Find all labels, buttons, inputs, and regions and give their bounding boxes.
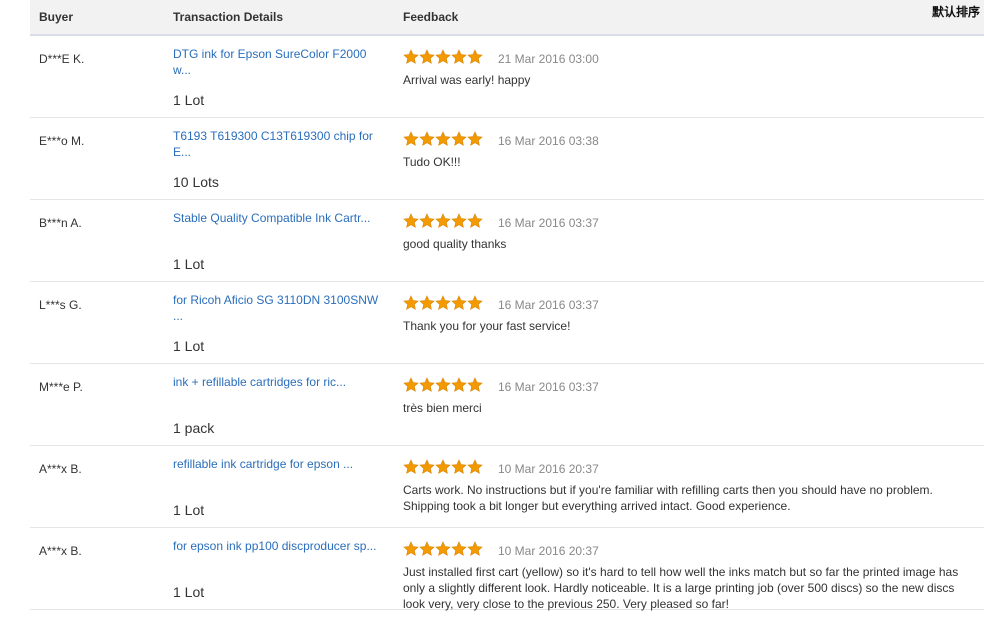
default-sort-link[interactable]: 默认排序 [932,3,980,20]
star-icon [435,459,451,474]
star-rating [403,459,483,475]
buyer-name: M***e P. [39,380,83,394]
feedback-date: 16 Mar 2016 03:37 [498,380,599,394]
star-rating [403,377,483,393]
product-link[interactable]: refillable ink cartridge for epson ... [173,456,385,472]
star-icon [451,377,467,392]
feedback-row: B***n A. Stable Quality Compatible Ink Ca… [30,200,984,282]
star-rating [403,295,483,311]
star-icon [435,213,451,228]
star-rating [403,49,483,65]
column-header-transaction-details: Transaction Details [173,10,284,24]
feedback-comment: Just installed first cart (yellow) so it… [403,565,959,611]
star-rating [403,131,483,147]
star-rating [403,213,483,229]
product-link[interactable]: DTG ink for Epson SureColor F2000 w... [173,46,385,78]
star-icon [403,49,419,64]
star-icon [435,131,451,146]
star-icon [403,131,419,146]
buyer-name: D***E K. [39,52,85,66]
star-icon [403,295,419,310]
star-icon [403,213,419,228]
buyer-name: E***o M. [39,134,85,148]
star-icon [451,213,467,228]
buyer-name: A***x B. [39,462,82,476]
star-icon [419,459,435,474]
feedback-date: 16 Mar 2016 03:38 [498,134,599,148]
product-link[interactable]: for epson ink pp100 discproducer sp... [173,538,385,554]
star-icon [419,49,435,64]
feedback-comment: Carts work. No instructions but if you'r… [403,483,933,513]
feedback-row: A***x B. refillable ink cartridge for eps… [30,446,984,528]
star-icon [467,377,483,392]
feedback-date: 16 Mar 2016 03:37 [498,216,599,230]
feedback-table-header: Buyer Transaction Details Feedback 默认排序 [30,0,984,36]
star-icon [467,541,483,556]
buyer-name: A***x B. [39,544,82,558]
feedback-row: D***E K. DTG ink for Epson SureColor F200… [30,36,984,118]
star-icon [451,49,467,64]
star-icon [435,541,451,556]
star-icon [419,295,435,310]
feedback-row: E***o M. T6193 T619300 C13T619300 chip fo… [30,118,984,200]
column-header-buyer: Buyer [39,10,74,24]
feedback-date: 10 Mar 2016 20:37 [498,462,599,476]
star-icon [467,213,483,228]
star-icon [403,541,419,556]
feedback-comment: good quality thanks [403,237,507,251]
star-icon [403,377,419,392]
feedback-row: M***e P. ink + refillable cartridges for … [30,364,984,446]
order-quantity: 10 Lots [173,174,219,190]
star-icon [467,49,483,64]
star-icon [467,131,483,146]
product-link[interactable]: Stable Quality Compatible Ink Cartr... [173,210,385,226]
star-icon [419,377,435,392]
star-icon [451,131,467,146]
product-link[interactable]: for Ricoh Aficio SG 3110DN 3100SNW ... [173,292,385,324]
feedback-comment: Arrival was early! happy [403,73,531,87]
buyer-name: B***n A. [39,216,82,230]
star-icon [419,541,435,556]
star-icon [467,459,483,474]
column-header-feedback: Feedback [403,10,459,24]
order-quantity: 1 Lot [173,338,205,354]
star-icon [451,459,467,474]
order-quantity: 1 Lot [173,92,205,108]
feedback-comment: Tudo OK!!! [403,155,461,169]
star-icon [467,295,483,310]
feedback-date: 16 Mar 2016 03:37 [498,298,599,312]
feedback-comment: Thank you for your fast service! [403,319,571,333]
feedback-date: 21 Mar 2016 03:00 [498,52,599,66]
star-icon [419,213,435,228]
buyer-name: L***s G. [39,298,82,312]
star-icon [451,541,467,556]
star-icon [451,295,467,310]
star-rating [403,541,483,557]
order-quantity: 1 Lot [173,502,205,518]
order-quantity: 1 Lot [173,584,205,600]
star-icon [435,49,451,64]
product-link[interactable]: T6193 T619300 C13T619300 chip for E... [173,128,385,160]
feedback-comment: très bien merci [403,401,482,415]
star-icon [419,131,435,146]
star-icon [403,459,419,474]
feedback-date: 10 Mar 2016 20:37 [498,544,599,558]
order-quantity: 1 pack [173,420,215,436]
feedback-row: L***s G. for Ricoh Aficio SG 3110DN 3100S… [30,282,984,364]
star-icon [435,295,451,310]
star-icon [435,377,451,392]
order-quantity: 1 Lot [173,256,205,272]
feedback-row: A***x B. for epson ink pp100 discproducer… [30,528,984,611]
product-link[interactable]: ink + refillable cartridges for ric... [173,374,385,390]
